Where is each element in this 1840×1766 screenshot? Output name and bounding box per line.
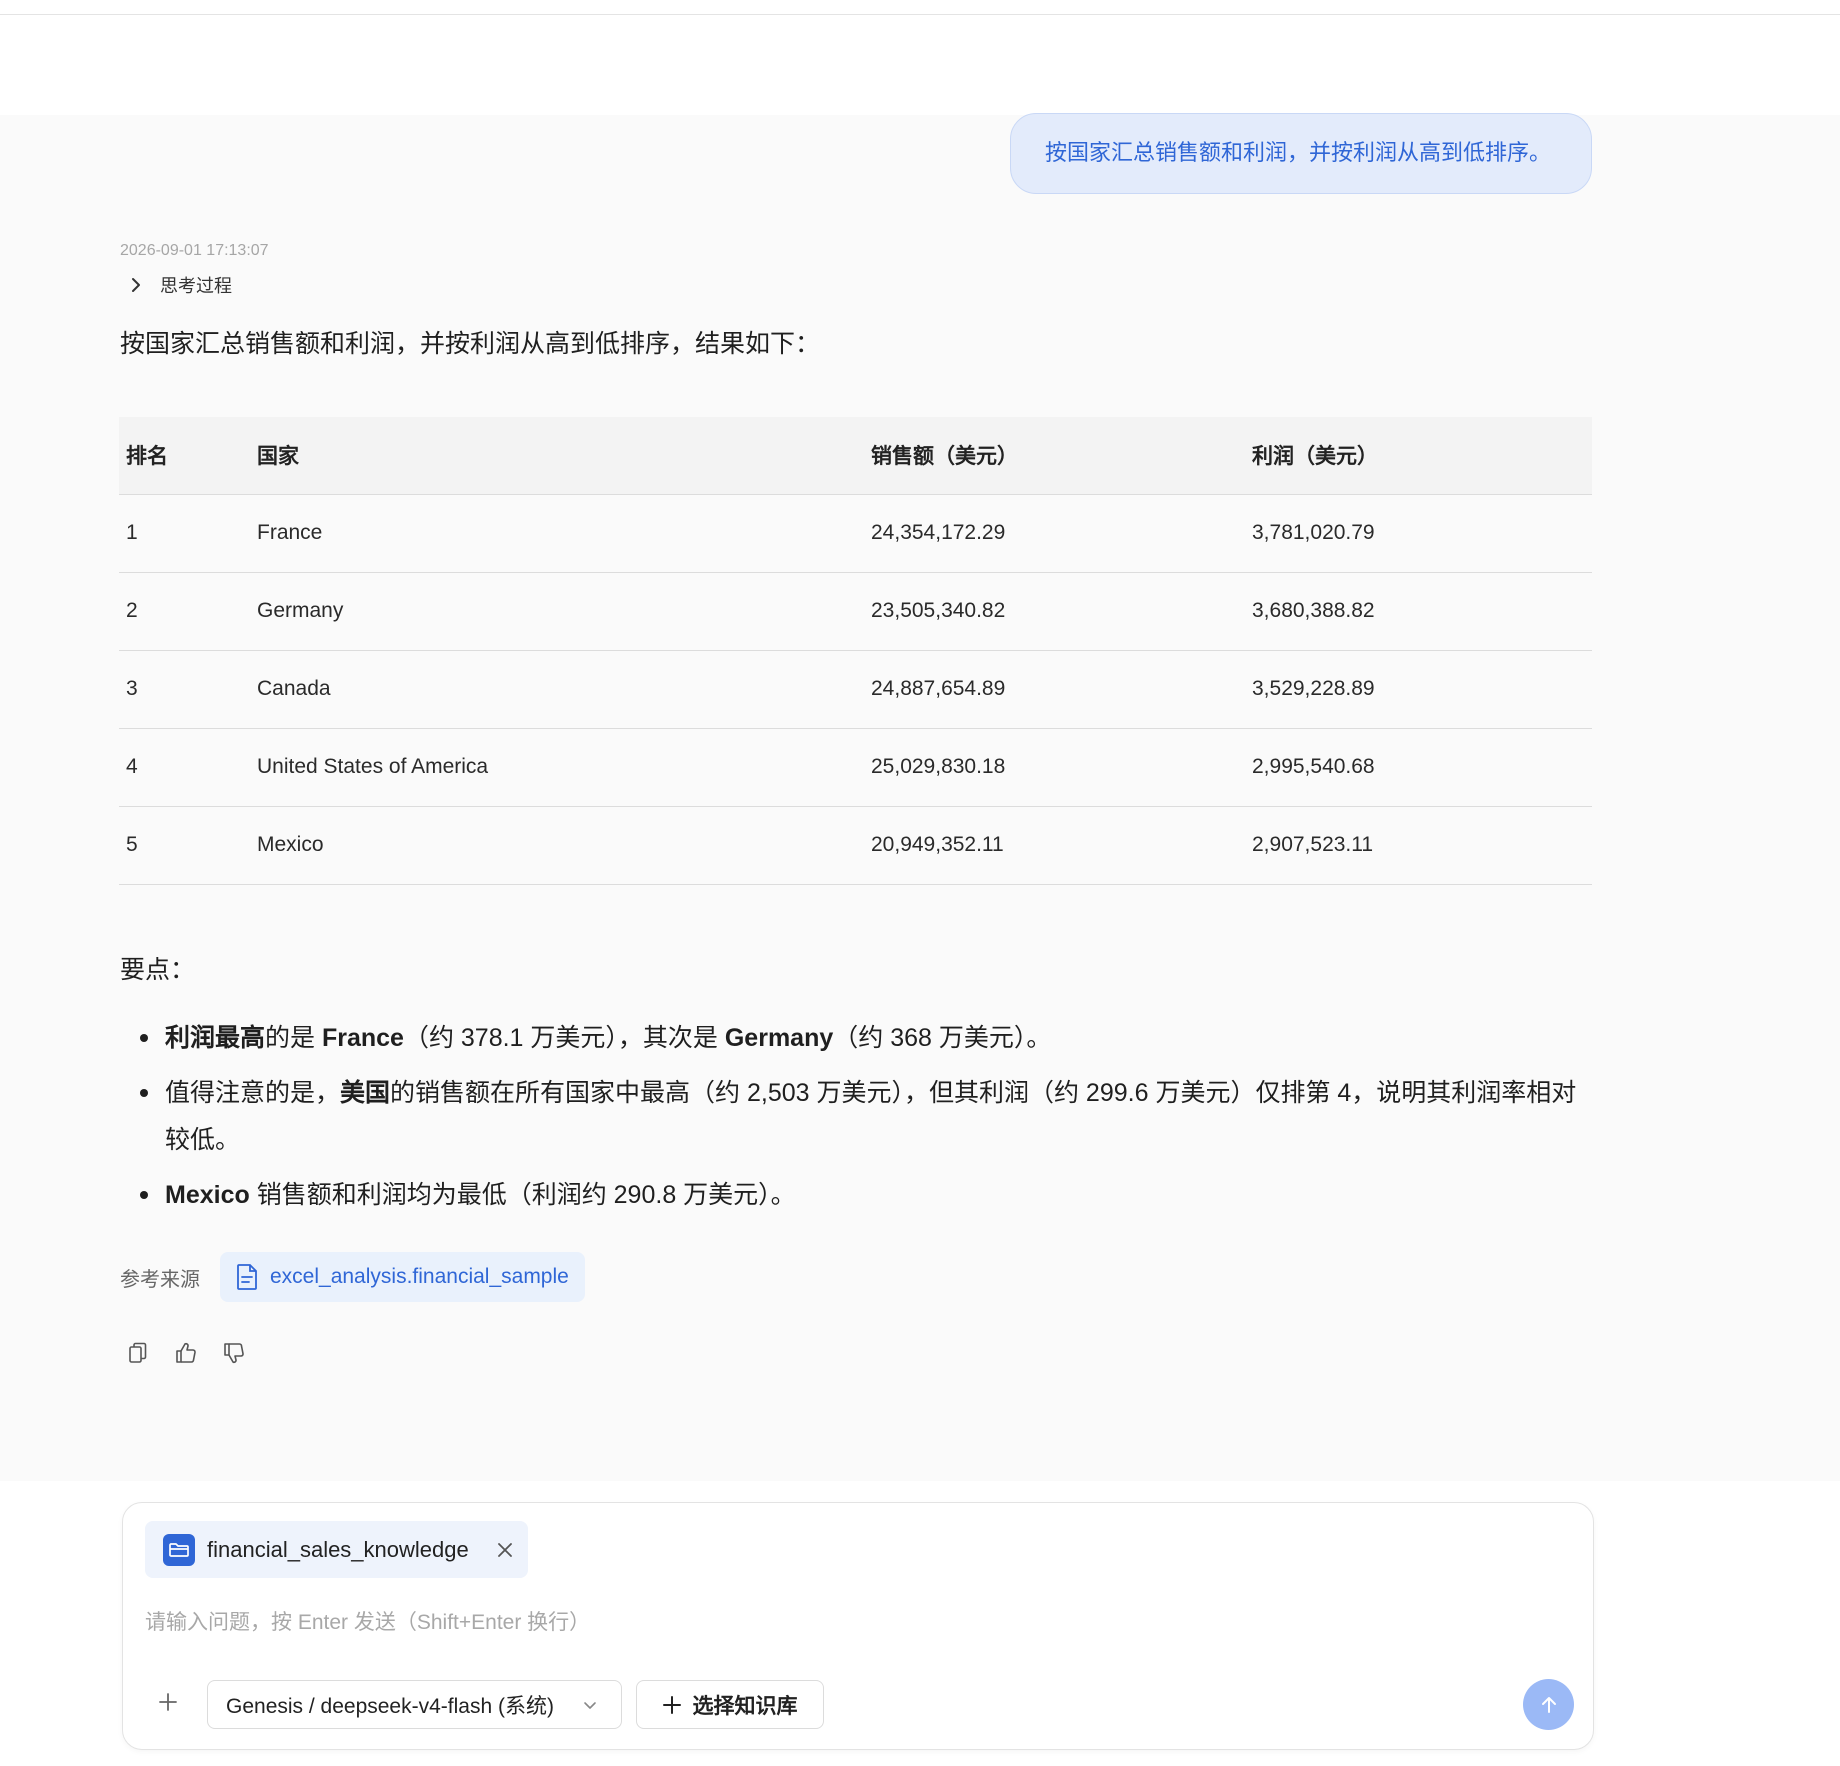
- plus-icon: [159, 1693, 177, 1711]
- header-rank: 排名: [119, 417, 257, 495]
- folder-icon: [163, 1533, 195, 1566]
- document-icon: [237, 1264, 257, 1290]
- cell-sales: 20,949,352.11: [871, 806, 1252, 885]
- dislike-button[interactable]: [220, 1339, 248, 1367]
- source-link[interactable]: excel_analysis.financial_sample: [220, 1252, 585, 1302]
- cell-rank: 4: [119, 728, 257, 807]
- copy-icon: [129, 1342, 147, 1363]
- table-row: 4 United States of America 25,029,830.18…: [119, 728, 1592, 807]
- thumbs-down-icon: [224, 1343, 244, 1364]
- cell-sales: 24,354,172.29: [871, 494, 1252, 573]
- knowledge-base-name: financial_sales_knowledge: [207, 1536, 469, 1562]
- list-item: Mexico 销售额和利润均为最低（利润约 290.8 万美元）。: [120, 1172, 1600, 1219]
- cell-profit: 2,907,523.11: [1252, 806, 1592, 885]
- table-header-row: 排名 国家 销售额（美元） 利润（美元）: [119, 417, 1592, 495]
- cell-sales: 25,029,830.18: [871, 728, 1252, 807]
- selected-knowledge-base-chip[interactable]: financial_sales_knowledge: [145, 1521, 528, 1578]
- cell-rank: 1: [119, 494, 257, 573]
- result-table: 排名 国家 销售额（美元） 利润（美元） 1 France 24,354,172…: [119, 417, 1592, 885]
- key-points-title: 要点：: [120, 956, 196, 984]
- cell-profit: 3,680,388.82: [1252, 572, 1592, 651]
- cell-country: Germany: [257, 572, 871, 651]
- cell-rank: 2: [119, 572, 257, 651]
- point-bold: Germany: [724, 1024, 834, 1052]
- thumbs-up-icon: [176, 1342, 196, 1363]
- cell-sales: 24,887,654.89: [871, 650, 1252, 729]
- point-text: 销售额和利润均为最低（利润约 290.8 万美元）。: [249, 1181, 796, 1209]
- header-country: 国家: [257, 417, 871, 495]
- attach-button[interactable]: [153, 1687, 183, 1717]
- like-button[interactable]: [172, 1339, 200, 1367]
- thinking-label: 思考过程: [160, 276, 232, 296]
- remove-knowledge-base-button[interactable]: [497, 1542, 513, 1558]
- thinking-toggle[interactable]: 思考过程: [126, 272, 232, 298]
- answer-intro: 按国家汇总销售额和利润，并按利润从高到低排序，结果如下：: [120, 330, 821, 358]
- sources-label: 参考来源: [120, 1268, 200, 1291]
- copy-button[interactable]: [124, 1339, 152, 1367]
- send-button[interactable]: [1523, 1679, 1574, 1730]
- list-item: 值得注意的是，美国的销售额在所有国家中最高（约 2,503 万美元），但其利润（…: [120, 1070, 1600, 1164]
- source-name: excel_analysis.financial_sample: [270, 1265, 569, 1288]
- select-knowledge-base-button[interactable]: 选择知识库: [636, 1680, 824, 1729]
- model-select-value: Genesis / deepseek-v4-flash (系统): [226, 1694, 554, 1718]
- cell-profit: 3,529,228.89: [1252, 650, 1592, 729]
- cell-rank: 3: [119, 650, 257, 729]
- cell-profit: 3,781,020.79: [1252, 494, 1592, 573]
- point-text: 的是: [265, 1024, 322, 1052]
- close-icon: [498, 1542, 512, 1557]
- cell-profit: 2,995,540.68: [1252, 728, 1592, 807]
- list-item: 利润最高的是 France（约 378.1 万美元），其次是 Germany（约…: [120, 1015, 1600, 1062]
- question-input[interactable]: [145, 1611, 1545, 1635]
- cell-sales: 23,505,340.82: [871, 572, 1252, 651]
- point-bold: 美国: [340, 1079, 391, 1107]
- point-text: （约 378.1 万美元），其次是: [403, 1024, 725, 1052]
- table-row: 1 France 24,354,172.29 3,781,020.79: [119, 494, 1592, 573]
- cell-country: United States of America: [257, 728, 871, 807]
- model-select[interactable]: Genesis / deepseek-v4-flash (系统): [207, 1680, 622, 1729]
- plus-icon: [662, 1695, 681, 1714]
- sources-row: 参考来源 excel_analysis.financial_sample: [120, 1252, 585, 1302]
- table-row: 5 Mexico 20,949,352.11 2,907,523.11: [119, 806, 1592, 885]
- cell-country: Mexico: [257, 806, 871, 885]
- message-actions: [124, 1339, 268, 1367]
- point-bold: 利润最高: [165, 1024, 266, 1052]
- message-composer: financial_sales_knowledge Genesis / deep…: [122, 1502, 1594, 1750]
- cell-rank: 5: [119, 806, 257, 885]
- point-bold: France: [321, 1024, 404, 1052]
- header-profit: 利润（美元）: [1252, 417, 1592, 495]
- chevron-down-icon: [582, 1697, 598, 1713]
- select-knowledge-base-label: 选择知识库: [692, 1694, 798, 1718]
- point-text: 值得注意的是，: [165, 1079, 341, 1107]
- cell-country: Canada: [257, 650, 871, 729]
- key-points-list: 利润最高的是 France（约 378.1 万美元），其次是 Germany（约…: [120, 1015, 1600, 1227]
- point-bold: Mexico: [165, 1181, 250, 1209]
- arrow-up-icon: [1541, 1696, 1556, 1713]
- header-sales: 销售额（美元）: [871, 417, 1252, 495]
- point-text: （约 368 万美元）。: [833, 1024, 1052, 1052]
- table-row: 3 Canada 24,887,654.89 3,529,228.89: [119, 650, 1592, 729]
- chevron-right-icon: [132, 278, 140, 292]
- table-row: 2 Germany 23,505,340.82 3,680,388.82: [119, 572, 1592, 651]
- user-message-bubble: 按国家汇总销售额和利润，并按利润从高到低排序。: [1010, 113, 1592, 194]
- cell-country: France: [257, 494, 871, 573]
- top-divider: [0, 14, 1840, 15]
- message-timestamp: 2026-09-01 17:13:07: [120, 242, 269, 259]
